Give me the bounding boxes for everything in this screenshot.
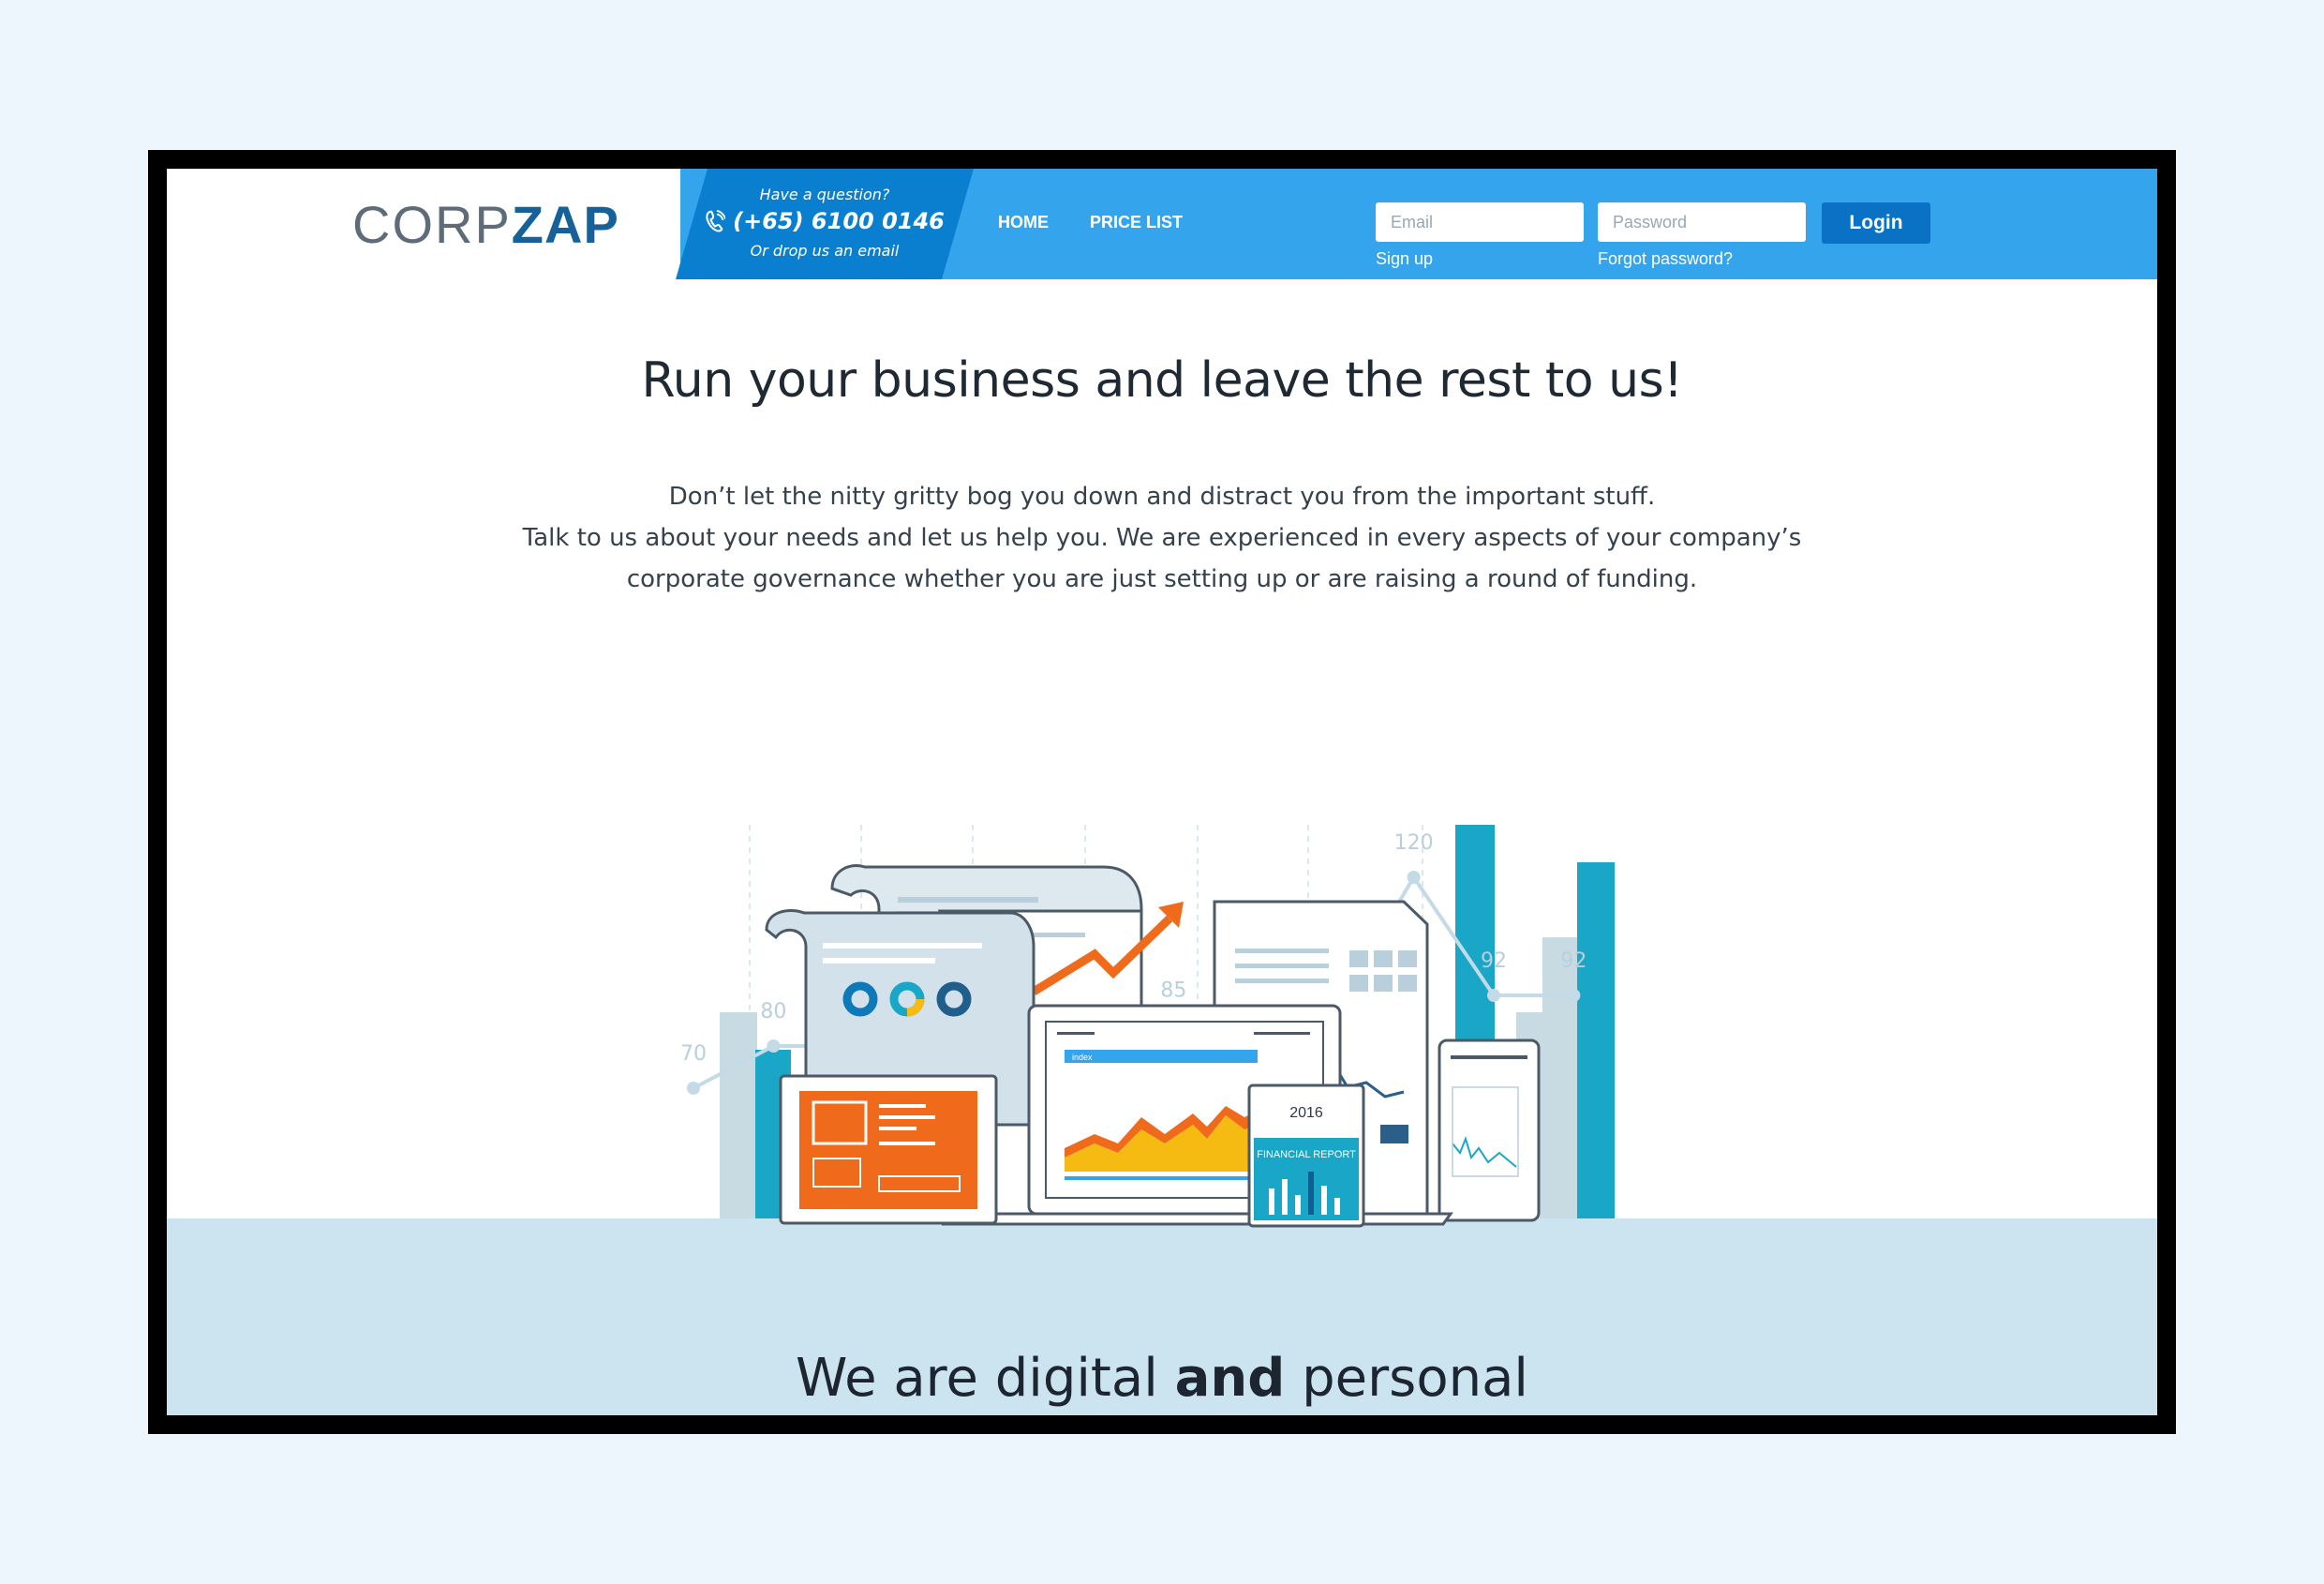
tablet-illustration xyxy=(1438,1039,1541,1222)
report-year: 2016 xyxy=(1289,1105,1323,1121)
section-tagline: We are digital and personal xyxy=(167,1348,2157,1409)
trend-point xyxy=(687,1082,700,1095)
page-viewport: CORPZAP Have a question? (+65) 6100 0146… xyxy=(167,169,2157,1415)
trend-point xyxy=(767,1039,781,1053)
trend-value-label: 80 xyxy=(760,1000,786,1024)
trend-value-label: 120 xyxy=(1394,831,1434,855)
tagline-bold: and xyxy=(1174,1348,1286,1409)
financial-report-booklet: 2016 FINANCIAL REPORT xyxy=(1247,1083,1365,1228)
decor-bar xyxy=(1542,937,1578,1218)
trend-value-label: 92 xyxy=(1560,949,1587,973)
tagline-end: personal xyxy=(1285,1348,1528,1409)
trend-point xyxy=(1407,871,1421,884)
decor-bar xyxy=(720,1012,757,1218)
trend-value-label: 85 xyxy=(1160,979,1186,1003)
trend-value-label: 70 xyxy=(680,1042,707,1066)
decor-bar xyxy=(1577,862,1615,1218)
report-title: FINANCIAL REPORT xyxy=(1257,1149,1356,1160)
trend-point xyxy=(1567,989,1581,1002)
trend-point xyxy=(1487,989,1500,1002)
tagline-start: We are digital xyxy=(796,1348,1175,1409)
browser-window-frame: CORPZAP Have a question? (+65) 6100 0146… xyxy=(148,150,2176,1434)
trend-value-label: 92 xyxy=(1481,949,1507,973)
business-illustration: 70808010595888585881209292 xyxy=(680,825,1615,1228)
screen-label: index xyxy=(1072,1053,1093,1062)
orange-screen-illustration xyxy=(779,1074,998,1225)
